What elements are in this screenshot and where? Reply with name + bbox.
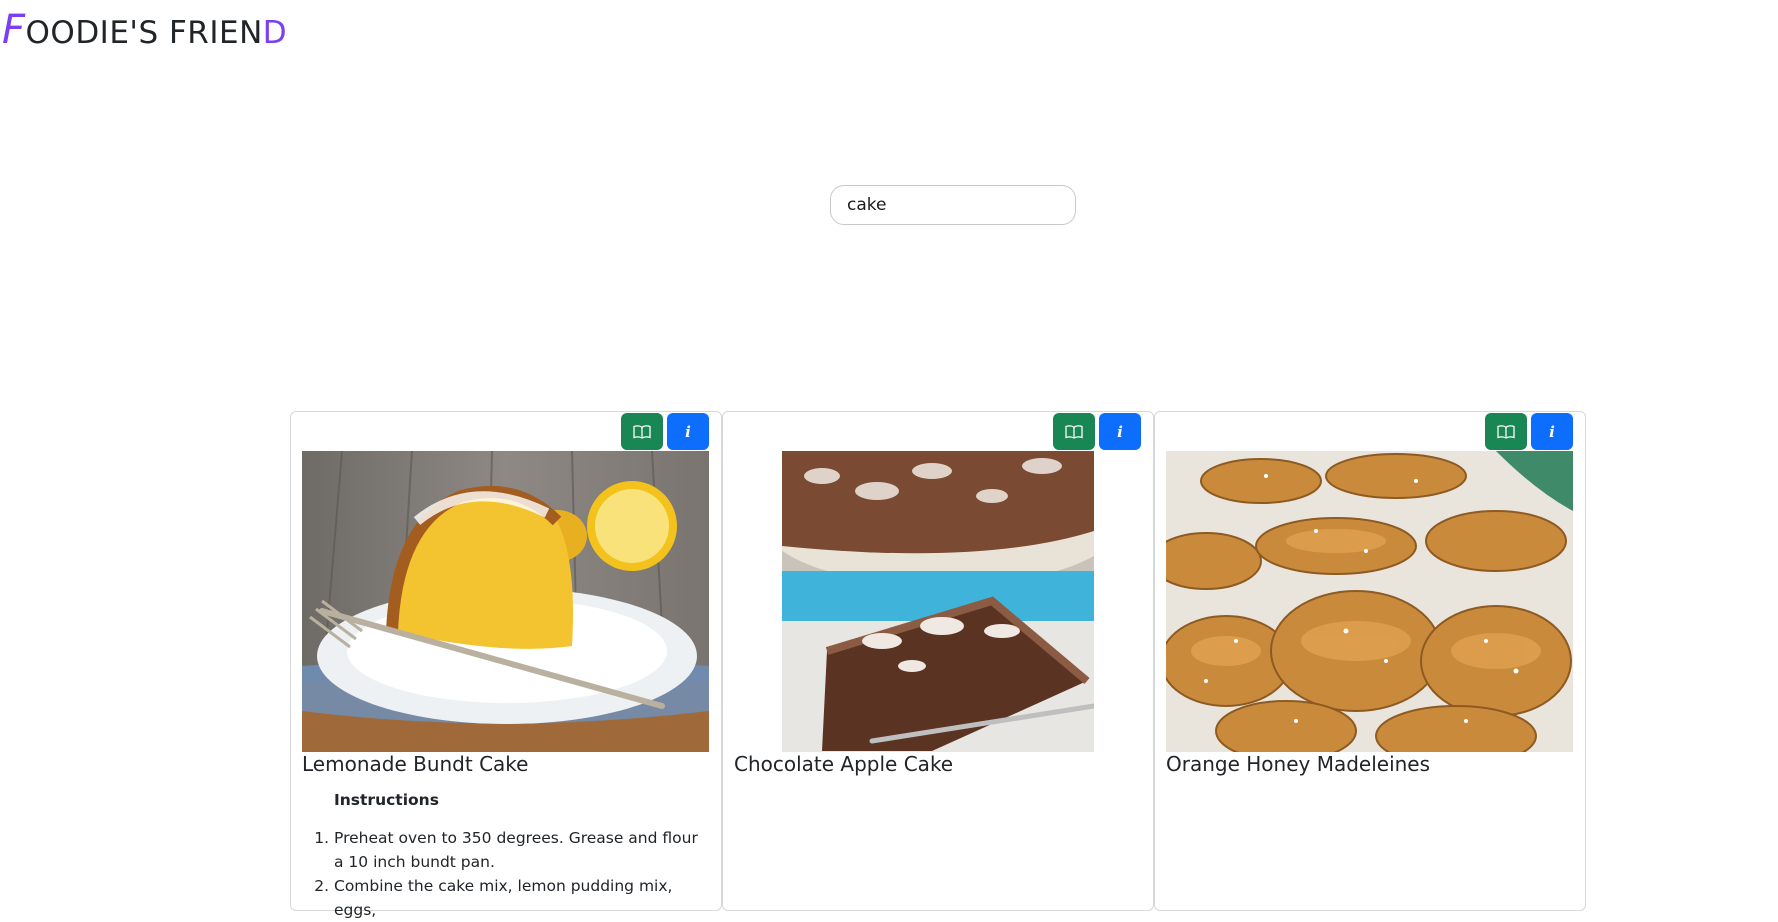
card-actions: i bbox=[621, 413, 709, 450]
recipe-image bbox=[302, 451, 709, 752]
book-icon bbox=[1497, 424, 1515, 439]
card-actions: i bbox=[1485, 413, 1573, 450]
logo-first-letter: F bbox=[2, 7, 26, 53]
info-icon: i bbox=[1549, 422, 1555, 441]
recipe-title: Chocolate Apple Cake bbox=[734, 752, 954, 776]
recipe-image bbox=[1166, 451, 1573, 752]
book-icon bbox=[633, 424, 651, 439]
info-button[interactable]: i bbox=[667, 413, 709, 450]
instructions-heading: Instructions bbox=[334, 791, 439, 809]
info-button[interactable]: i bbox=[1531, 413, 1573, 450]
recipe-instructions: Instructions Preheat oven to 350 degrees… bbox=[302, 788, 702, 922]
card-actions: i bbox=[1053, 413, 1141, 450]
recipe-title: Orange Honey Madeleines bbox=[1166, 752, 1431, 776]
recipe-title: Lemonade Bundt Cake bbox=[302, 752, 529, 776]
instruction-step: Combine the cake mix, lemon pudding mix,… bbox=[334, 874, 702, 922]
search-input[interactable] bbox=[830, 185, 1076, 225]
instructions-steps: Preheat oven to 350 degrees. Grease and … bbox=[302, 826, 702, 922]
view-recipe-button[interactable] bbox=[1485, 413, 1527, 450]
view-recipe-button[interactable] bbox=[1053, 413, 1095, 450]
view-recipe-button[interactable] bbox=[621, 413, 663, 450]
recipe-card: i bbox=[722, 411, 1154, 911]
instruction-step: Preheat oven to 350 degrees. Grease and … bbox=[334, 826, 702, 874]
recipe-card: i bbox=[1154, 411, 1586, 911]
info-icon: i bbox=[685, 422, 691, 441]
recipe-image bbox=[734, 451, 1141, 752]
info-icon: i bbox=[1117, 422, 1123, 441]
site-logo[interactable]: F OODIE'S FRIEN D bbox=[2, 10, 287, 54]
logo-last-letter: D bbox=[262, 15, 288, 51]
recipe-card-list: i Lemonade Bundt Cake Instructions 1. Pr… bbox=[290, 411, 1586, 919]
info-button[interactable]: i bbox=[1099, 413, 1141, 450]
book-icon bbox=[1065, 424, 1083, 439]
logo-middle-text: OODIE'S FRIEN bbox=[25, 15, 263, 51]
recipe-card: i bbox=[290, 411, 722, 919]
